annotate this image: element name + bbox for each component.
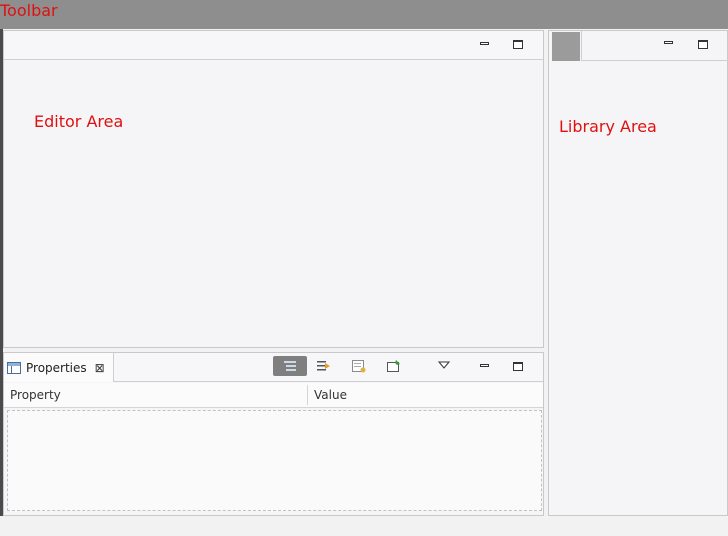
library-header [549, 31, 728, 61]
tab-properties[interactable]: Properties ⊠ [4, 353, 114, 382]
maximize-icon[interactable] [511, 359, 525, 373]
categories-icon[interactable] [273, 356, 307, 376]
minimize-icon[interactable] [477, 36, 491, 50]
properties-table-header: Property Value [4, 383, 543, 408]
library-tab-divider [581, 31, 582, 61]
minimize-icon[interactable] [477, 358, 491, 372]
library-area[interactable]: Library Area [548, 30, 728, 516]
maximize-icon[interactable] [511, 37, 525, 51]
toolbar [0, 0, 728, 29]
library-tab[interactable] [552, 32, 580, 61]
library-header-divider [581, 60, 728, 61]
pin-icon[interactable] [383, 356, 405, 376]
editor-area-label: Editor Area [34, 112, 124, 131]
column-divider[interactable] [307, 385, 308, 405]
status-bar [0, 516, 728, 536]
editor-area[interactable]: Editor Area [3, 30, 544, 348]
view-menu-icon[interactable] [437, 358, 451, 372]
column-value[interactable]: Value [314, 388, 347, 402]
filter-advanced-icon[interactable] [313, 356, 335, 376]
close-icon[interactable]: ⊠ [95, 362, 105, 374]
properties-icon [7, 361, 21, 374]
properties-header: Properties ⊠ [4, 353, 543, 382]
maximize-icon[interactable] [696, 37, 710, 51]
properties-tab-label: Properties [26, 360, 87, 375]
properties-view: Properties ⊠ Property Value [3, 352, 544, 516]
restore-defaults-icon[interactable] [348, 356, 370, 376]
editor-header [4, 31, 543, 60]
toolbar-label: Toolbar [0, 1, 58, 20]
minimize-icon[interactable] [661, 35, 675, 49]
library-area-label: Library Area [559, 117, 657, 136]
column-property[interactable]: Property [10, 388, 61, 402]
properties-table-body[interactable] [7, 410, 542, 511]
